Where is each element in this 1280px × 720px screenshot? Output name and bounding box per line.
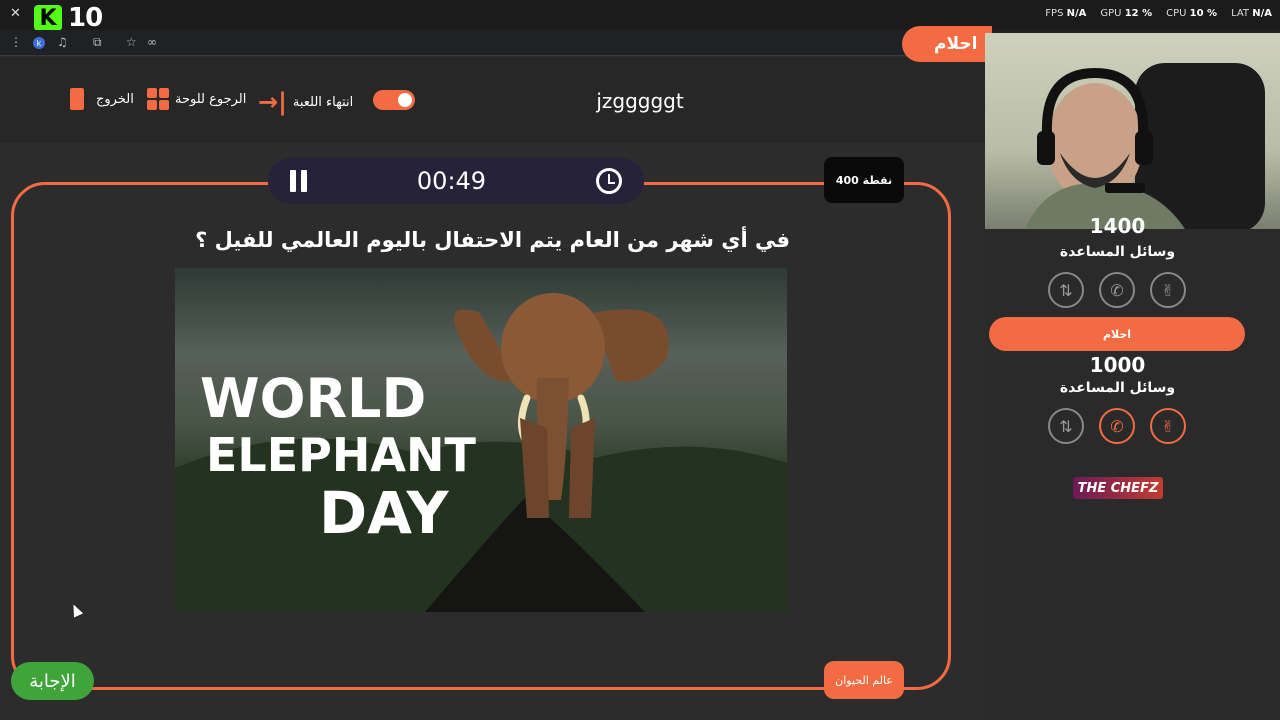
- exit-button[interactable]: الخروج: [70, 88, 134, 110]
- answer-button[interactable]: الإجابة: [11, 662, 94, 700]
- restart-timer-icon[interactable]: [595, 168, 622, 194]
- settings-toggle[interactable]: [373, 90, 415, 110]
- streamer-camera-image: [1025, 63, 1265, 229]
- cpu-value: 10 %: [1189, 8, 1218, 19]
- performance-stats: FPS N/A GPU 12 % CPU 10 % LAT N/A: [1045, 8, 1272, 19]
- grid-icon: [147, 88, 169, 110]
- app-header: الخروج الرجوع للوحة →| انتهاء اللعبة jzg…: [0, 57, 985, 143]
- phone-icon[interactable]: ✆: [1099, 272, 1135, 308]
- toggle-switch-icon: [373, 90, 415, 110]
- sponsor-logo: THE CHEFZ: [1073, 477, 1163, 499]
- question-text: في أي شهر من العام يتم الاحتفال باليوم ا…: [195, 228, 790, 252]
- back-to-board-button[interactable]: الرجوع للوحة: [147, 88, 246, 110]
- webcam-overlay: [985, 33, 1280, 229]
- team1-helpers: ⇅ ✆ ✌: [1048, 272, 1186, 308]
- image-text-elephant: ELEPHANT: [206, 428, 476, 482]
- pause-icon[interactable]: [290, 170, 307, 192]
- bookmark-star-icon[interactable]: ☆: [126, 35, 137, 49]
- back-to-board-label: الرجوع للوحة: [175, 91, 247, 107]
- incognito-icon[interactable]: ∞: [147, 35, 157, 49]
- team2-name-pill: احلام: [989, 317, 1245, 351]
- fps-value: N/A: [1066, 8, 1087, 19]
- team1-score: 1400: [1089, 214, 1146, 238]
- end-game-button[interactable]: →| انتهاء اللعبة: [258, 88, 353, 116]
- team2-score: 1000: [1089, 353, 1146, 377]
- phone-icon[interactable]: ✆: [1099, 408, 1135, 444]
- victory-hand-icon[interactable]: ✌: [1150, 408, 1186, 444]
- victory-hand-icon[interactable]: ✌: [1150, 272, 1186, 308]
- image-text-world: WORLD: [200, 367, 427, 430]
- cpu-stat: CPU 10 %: [1166, 8, 1217, 19]
- lat-label: LAT: [1231, 8, 1250, 19]
- game-title: jzgggggt: [596, 89, 684, 113]
- stream-overlay-bar: ✕ K 10 FPS N/A GPU 12 % CPU 10 % LAT N/A: [0, 0, 1280, 33]
- fps-stat: FPS N/A: [1045, 8, 1086, 19]
- lat-value: N/A: [1252, 8, 1272, 19]
- current-team-pill: احلام: [902, 26, 992, 62]
- close-icon[interactable]: ✕: [10, 6, 21, 21]
- gpu-stat: GPU 12 %: [1100, 8, 1152, 19]
- swap-question-icon[interactable]: ⇅: [1048, 408, 1084, 444]
- exit-label: الخروج: [96, 91, 134, 107]
- end-game-label: انتهاء اللعبة: [292, 94, 354, 110]
- team1-helpers-label: وسائل المساعدة: [1059, 244, 1176, 260]
- team2-helpers-label: وسائل المساعدة: [1059, 380, 1176, 396]
- arrow-to-line-icon: →|: [258, 88, 287, 116]
- cpu-label: CPU: [1166, 8, 1187, 19]
- kick-logo: K 10: [34, 3, 103, 33]
- more-vert-icon[interactable]: ⋮: [10, 35, 22, 49]
- category-tag: عالم الحيوان: [824, 661, 904, 699]
- fps-label: FPS: [1045, 8, 1064, 19]
- timer-display: 00:49: [416, 167, 487, 195]
- exit-door-icon: [70, 88, 84, 110]
- question-image: WORLD ELEPHANT DAY: [175, 268, 787, 612]
- extensions-icon[interactable]: ⧉: [93, 35, 102, 50]
- profile-avatar-icon[interactable]: k: [33, 37, 45, 49]
- swap-question-icon[interactable]: ⇅: [1048, 272, 1084, 308]
- points-badge: 400 نقطة: [824, 157, 904, 203]
- kick-k-icon: K: [34, 5, 62, 31]
- brand-number: 10: [68, 3, 103, 33]
- timer-bar: 00:49: [268, 158, 644, 204]
- lat-stat: LAT N/A: [1231, 8, 1272, 19]
- media-icon[interactable]: ♫: [57, 35, 68, 49]
- team2-helpers: ⇅ ✆ ✌: [1048, 408, 1186, 444]
- gpu-value: 12 %: [1124, 8, 1153, 19]
- image-text-day: DAY: [319, 479, 449, 547]
- gpu-label: GPU: [1100, 8, 1122, 19]
